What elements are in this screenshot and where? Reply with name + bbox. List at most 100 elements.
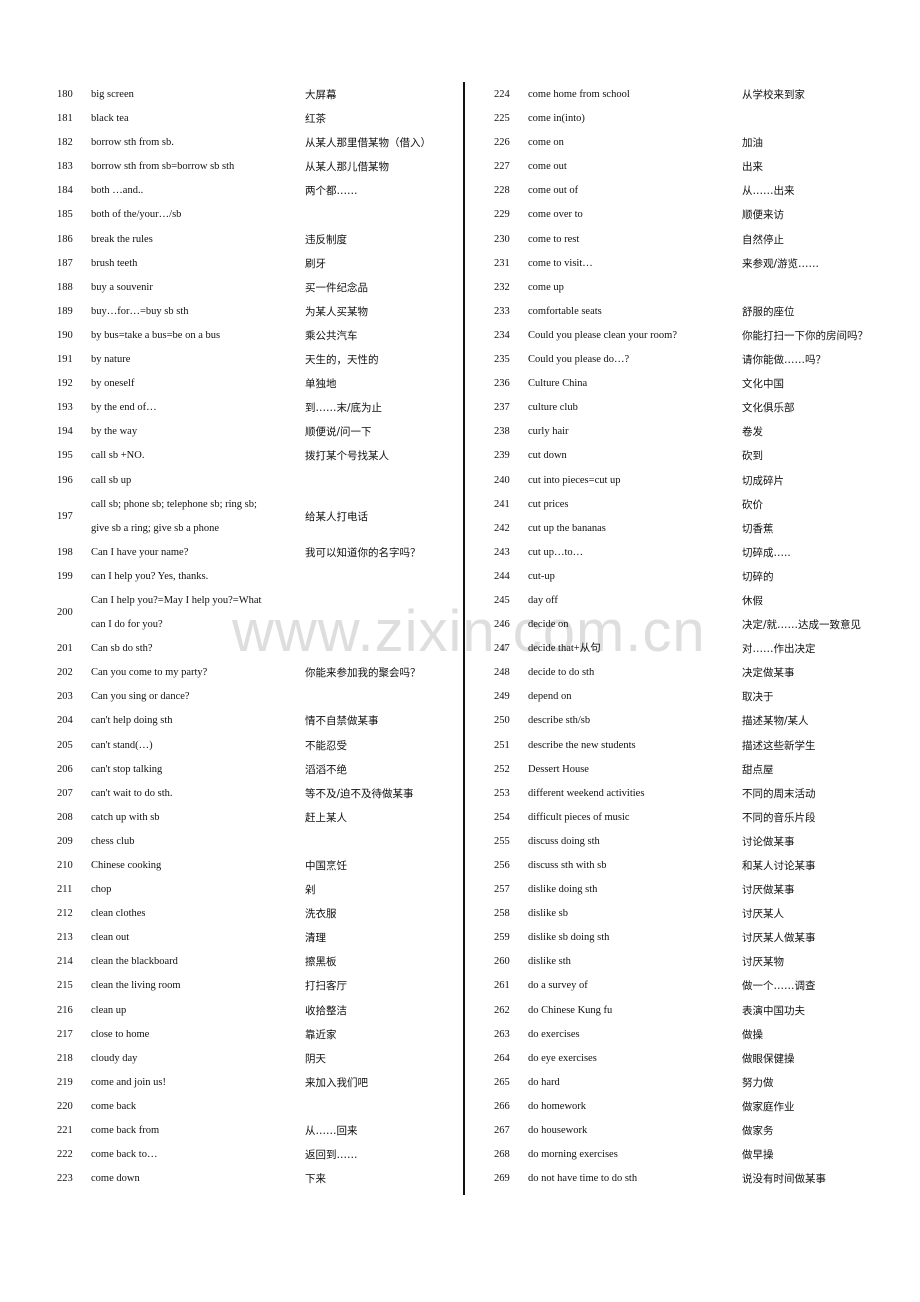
vocab-row: 253 different weekend activities 不同的周末活动 <box>494 782 914 806</box>
chinese-meaning: 中国烹饪 <box>305 860 347 872</box>
chinese-meaning: 阴天 <box>305 1052 326 1065</box>
entry-number: 202 <box>57 667 73 679</box>
english-phrase: do housework <box>528 1119 587 1143</box>
english-phrase-line: clean up <box>91 1004 127 1016</box>
english-phrase: decide that+从句 <box>528 637 601 661</box>
vocab-row: 247 decide that+从句 对……作出决定 <box>494 637 914 661</box>
entry-number: 182 <box>57 137 73 149</box>
english-phrase: do morning exercises <box>528 1143 618 1167</box>
vocab-row: 221 come back from 从……回来 <box>57 1119 457 1143</box>
entry-number: 201 <box>57 643 73 655</box>
vocab-row: 215 clean the living room 打扫客厅 <box>57 974 457 998</box>
english-phrase-line: come back to… <box>91 1149 158 1161</box>
vocab-row: 197 call sb; phone sb; telephone sb; ring… <box>57 493 457 541</box>
entry-number: 245 <box>494 594 510 606</box>
english-phrase-line: by bus=take a bus=be on a bus <box>91 329 221 341</box>
entry-number: 251 <box>494 739 510 751</box>
chinese-meaning: 刷牙 <box>305 257 326 270</box>
vocab-row: 239 cut down 砍到 <box>494 444 914 468</box>
entry-number: 261 <box>494 980 510 992</box>
english-phrase-line: day off <box>528 594 558 606</box>
english-phrase-line: describe sth/sb <box>528 715 591 727</box>
entry-number: 268 <box>494 1149 510 1161</box>
english-phrase-line: can I help you? Yes, thanks. <box>91 570 209 582</box>
vocab-row: 234 Could you please clean your room? 你能打扫… <box>494 324 914 348</box>
entry-number: 225 <box>494 113 510 125</box>
chinese-meaning: 砍价 <box>742 498 763 511</box>
chinese-meaning: 给某人打电话 <box>305 510 368 523</box>
english-phrase: borrow sth from sb=borrow sb sth <box>91 155 234 179</box>
english-phrase: day off <box>528 589 558 613</box>
english-phrase-line: clean the living room <box>91 980 181 992</box>
english-phrase: Culture China <box>528 372 587 396</box>
vocab-row: 249 depend on 取决于 <box>494 685 914 709</box>
entry-number: 252 <box>494 763 510 775</box>
entry-number: 241 <box>494 498 510 510</box>
column-divider <box>463 82 465 1195</box>
english-phrase-line: Chinese cooking <box>91 860 162 871</box>
vocab-row: 182 borrow sth from sb. 从某人那里借某物（借入） <box>57 131 457 155</box>
english-phrase-line: come over to <box>528 209 583 221</box>
vocab-row: 196 call sb up <box>57 469 457 493</box>
english-phrase: Can I have your name? <box>91 541 188 565</box>
chinese-meaning: 做早操 <box>742 1149 774 1162</box>
vocab-row: 265 do hard 努力做 <box>494 1071 914 1095</box>
chinese-meaning: 返回到…… <box>305 1149 358 1162</box>
entry-number: 220 <box>57 1100 73 1112</box>
chinese-meaning: 讨论做某事 <box>742 835 795 848</box>
chinese-meaning: 砍到 <box>742 450 763 463</box>
entry-number: 250 <box>494 715 510 727</box>
english-phrase-line: do homework <box>528 1100 587 1112</box>
english-phrase: do exercises <box>528 1023 580 1047</box>
english-phrase-line: decide that+从句 <box>528 643 601 655</box>
vocab-row: 260 dislike sth 讨厌某物 <box>494 950 914 974</box>
english-phrase: come in(into) <box>528 107 585 131</box>
entry-number: 210 <box>57 860 73 871</box>
chinese-meaning: 描述某物/某人 <box>742 715 809 728</box>
chinese-meaning: 努力做 <box>742 1076 774 1089</box>
english-phrase: decide on <box>528 613 569 637</box>
chinese-meaning: 收拾整洁 <box>305 1004 347 1017</box>
english-phrase: describe sth/sb <box>528 709 590 733</box>
chinese-meaning: 讨厌某人做某事 <box>742 932 816 945</box>
english-phrase-line: cut-up <box>528 570 555 582</box>
english-phrase: do a survey of <box>528 974 588 998</box>
chinese-meaning: 顺便说/问一下 <box>305 426 372 439</box>
entry-number: 212 <box>57 908 73 920</box>
vocab-row: 258 dislike sb 讨厌某人 <box>494 902 914 926</box>
english-phrase: come to rest <box>528 228 579 252</box>
english-phrase: Can I help you?=May I help you?=What can … <box>91 589 261 637</box>
chinese-meaning: 做操 <box>742 1028 763 1041</box>
english-phrase: big screen <box>91 83 134 107</box>
chinese-meaning: 拨打某个号找某人 <box>305 450 389 463</box>
chinese-meaning: 乘公共汽车 <box>305 329 358 342</box>
vocab-row: 256 discuss sth with sb 和某人讨论某事 <box>494 854 914 878</box>
english-phrase-line: dislike sb doing sth <box>528 932 610 944</box>
entry-number: 224 <box>494 89 510 100</box>
english-phrase-line: brush teeth <box>91 257 138 269</box>
english-phrase-line: culture club <box>528 402 578 414</box>
chinese-meaning: 甜点屋 <box>742 763 774 776</box>
entry-number: 195 <box>57 450 73 462</box>
english-phrase-line: cut into pieces=cut up <box>528 474 621 486</box>
entry-number: 188 <box>57 281 73 293</box>
english-phrase: describe the new students <box>528 734 636 758</box>
english-phrase-line: catch up with sb <box>91 811 160 823</box>
entry-number: 262 <box>494 1004 510 1016</box>
english-phrase: Could you please clean your room? <box>528 324 677 348</box>
chinese-meaning: 为某人买某物 <box>305 305 368 318</box>
entry-number: 181 <box>57 113 73 125</box>
english-phrase-line: dislike sth <box>528 956 571 968</box>
right-column: 224 come home from school 从学校来到家 225 come in… <box>494 83 914 1191</box>
entry-number: 227 <box>494 161 510 173</box>
entry-number: 211 <box>57 884 73 896</box>
english-phrase: call sb +NO. <box>91 444 144 468</box>
chinese-meaning: 从某人那儿借某物 <box>305 161 389 174</box>
vocab-row: 187 brush teeth 刷牙 <box>57 252 457 276</box>
english-phrase-line: by the way <box>91 426 138 438</box>
chinese-meaning: 做家务 <box>742 1125 774 1138</box>
vocab-row: 237 culture club 文化俱乐部 <box>494 396 914 420</box>
vocab-row: 225 come in(into) <box>494 107 914 131</box>
entry-number: 246 <box>494 619 510 631</box>
vocab-row: 228 come out of 从……出来 <box>494 179 914 203</box>
